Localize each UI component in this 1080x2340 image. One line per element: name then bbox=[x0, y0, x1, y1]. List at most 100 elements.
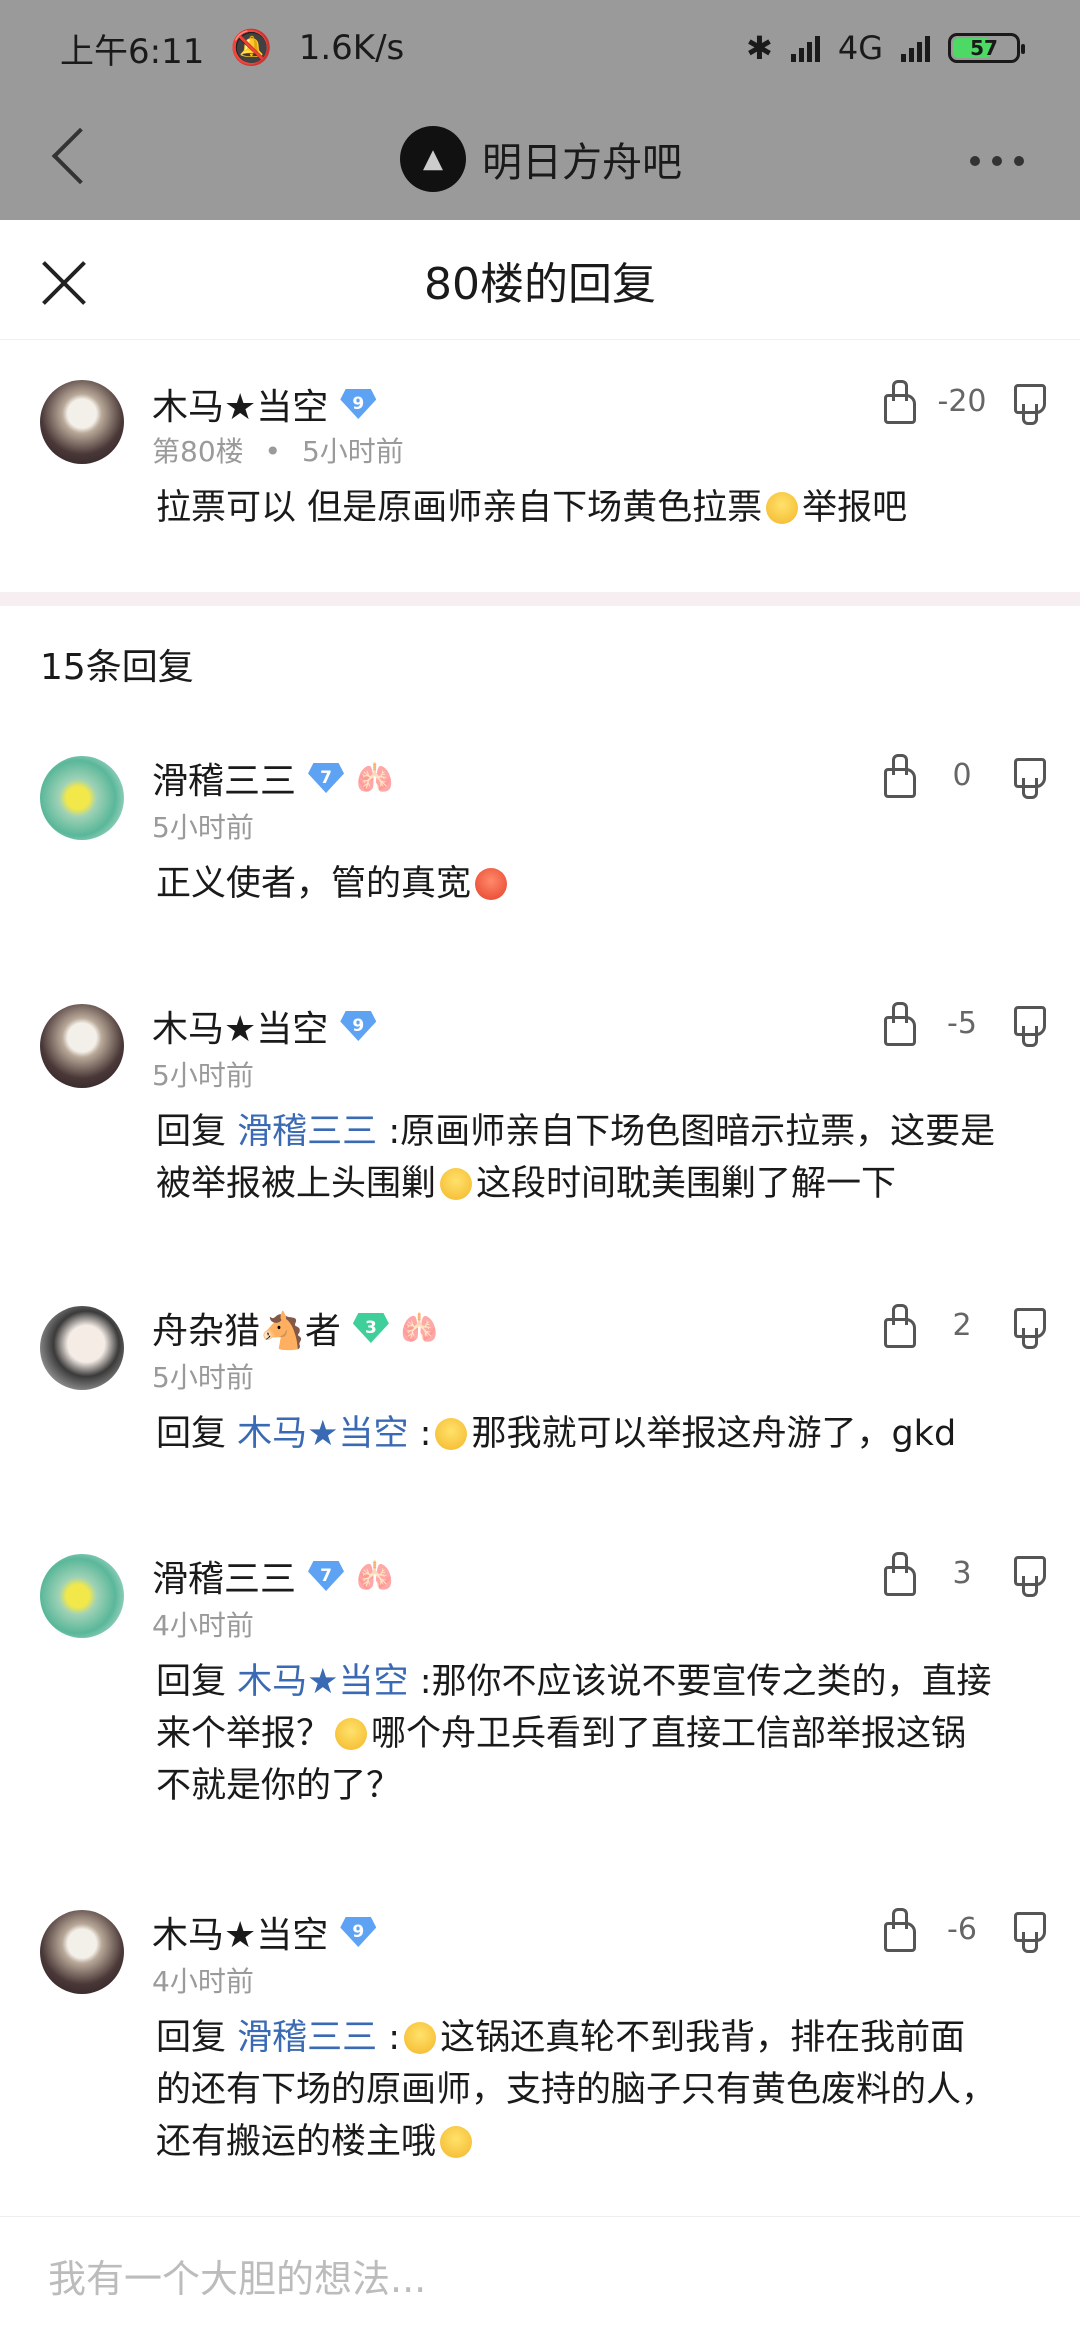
back-icon[interactable] bbox=[51, 127, 109, 185]
author-name[interactable]: 木马★当空 bbox=[152, 378, 328, 430]
bluetooth-icon: ✱ bbox=[746, 29, 773, 67]
thumbs-down-icon[interactable] bbox=[1006, 1304, 1048, 1349]
thumbs-up-icon[interactable] bbox=[876, 1304, 918, 1348]
vote-controls: -5 bbox=[876, 1002, 1048, 1047]
reply-text-part: 这锅还真轮不到我背，排在我前面 bbox=[440, 2018, 966, 2058]
post-meta: 第80楼 • 5小时前 bbox=[152, 430, 404, 470]
emoji-icon bbox=[435, 1418, 468, 1450]
lungs-icon: 🫁 bbox=[356, 1558, 394, 1594]
forum-title[interactable]: 明日方舟吧 bbox=[482, 130, 682, 188]
vote-count: -6 bbox=[947, 1911, 977, 1947]
author-name-part: 者 bbox=[304, 1311, 341, 1352]
post-text: 拉票可以 但是原画师亲自下场黄色拉票 举报吧 bbox=[156, 482, 1036, 534]
reply-prefix: 回复 bbox=[156, 1112, 227, 1152]
floor-number: 第80楼 bbox=[152, 435, 244, 468]
section-divider bbox=[0, 592, 1080, 606]
reply-text-part: 来个举报？ bbox=[156, 1714, 332, 1754]
avatar[interactable] bbox=[40, 1554, 124, 1638]
level-badge: 9 bbox=[340, 1917, 377, 1947]
thumbs-up-icon[interactable] bbox=[876, 1552, 918, 1596]
emoji-icon bbox=[404, 2022, 437, 2054]
reply-prefix: 回复 bbox=[156, 2018, 227, 2058]
replies-count: 15条回复 bbox=[40, 647, 194, 688]
reply-text: 正义使者，管的真宽 bbox=[156, 858, 1036, 910]
avatar[interactable] bbox=[40, 380, 124, 464]
vote-count: -5 bbox=[947, 1005, 977, 1041]
mention-link[interactable]: 滑稽三三 bbox=[237, 2018, 377, 2058]
reply-text-part: :那你不应该说不要宣传之类的，直接 bbox=[419, 1662, 992, 1702]
signal-icon bbox=[790, 34, 820, 62]
horse-icon: 🐴 bbox=[260, 1311, 305, 1352]
author-name[interactable]: 木马★当空 bbox=[152, 1000, 328, 1052]
avatar[interactable] bbox=[40, 1910, 124, 1994]
more-icon[interactable] bbox=[970, 156, 1024, 166]
reply-input-bar bbox=[0, 2216, 1080, 2340]
status-bar: 上午6:11 🔕 1.6K/s ✱ 4G 57 bbox=[0, 0, 1080, 96]
reply-time: 5小时前 bbox=[152, 811, 254, 844]
vote-controls: 3 bbox=[876, 1552, 1048, 1597]
author-row: 舟杂猎🐴者 3 🫁 bbox=[152, 1302, 438, 1354]
reply-text-part: :原画师亲自下场色图暗示拉票，这要是 bbox=[388, 1112, 996, 1152]
reply-text-part: 还有搬运的楼主哦 bbox=[156, 2122, 437, 2162]
signal-icon-2 bbox=[901, 34, 930, 62]
vote-controls: 2 bbox=[876, 1304, 1048, 1349]
level-badge: 9 bbox=[340, 389, 377, 419]
reply-text: 回复 滑稽三三 : 这锅还真轮不到我背，排在我前面 的还有下场的原画师，支持的脑子… bbox=[156, 2018, 997, 2162]
reply-input[interactable] bbox=[48, 2256, 1028, 2301]
author-name[interactable]: 木马★当空 bbox=[152, 1906, 328, 1958]
avatar[interactable] bbox=[40, 1004, 124, 1088]
mention-link[interactable]: 木马★当空 bbox=[237, 1662, 408, 1702]
status-time: 上午6:11 bbox=[60, 31, 205, 72]
post-time: 5小时前 bbox=[301, 435, 404, 468]
mention-link[interactable]: 滑稽三三 bbox=[237, 1112, 377, 1152]
mention-link[interactable]: 木马★当空 bbox=[237, 1414, 408, 1454]
thumbs-up-icon[interactable] bbox=[876, 1908, 918, 1952]
mute-icon: 🔕 bbox=[230, 28, 273, 68]
reply-time: 4小时前 bbox=[152, 1965, 254, 1998]
reply-text-part: 被举报被上头围剿 bbox=[156, 1164, 437, 1204]
author-row: 木马★当空 9 bbox=[152, 1906, 377, 1958]
vote-count: 0 bbox=[952, 757, 972, 793]
thumbs-down-icon[interactable] bbox=[1006, 1908, 1048, 1953]
thumbs-up-icon[interactable] bbox=[876, 754, 918, 798]
author-row: 木马★当空 9 bbox=[152, 378, 377, 430]
avatar[interactable] bbox=[40, 1306, 124, 1390]
thumbs-up-icon[interactable] bbox=[876, 380, 918, 424]
forum-header: ▲ 明日方舟吧 bbox=[0, 96, 1080, 220]
dimmed-background: 上午6:11 🔕 1.6K/s ✱ 4G 57 ▲ 明日方舟吧 bbox=[0, 0, 1080, 220]
emoji-icon bbox=[335, 1718, 368, 1750]
forum-avatar[interactable]: ▲ bbox=[400, 126, 466, 192]
reply-text-part: 这段时间耽美围剿了解一下 bbox=[476, 1164, 897, 1204]
lungs-icon: 🫁 bbox=[356, 760, 394, 796]
battery-icon: 57 bbox=[948, 33, 1025, 63]
lungs-icon: 🫁 bbox=[400, 1310, 439, 1346]
close-icon[interactable] bbox=[40, 258, 88, 306]
author-row: 木马★当空 9 bbox=[152, 1000, 377, 1052]
battery-level: 57 bbox=[970, 36, 998, 60]
vote-controls: -6 bbox=[876, 1908, 1048, 1953]
avatar[interactable] bbox=[40, 756, 124, 840]
reply-text-part: 不就是你的了？ bbox=[156, 1766, 402, 1806]
thumbs-down-icon[interactable] bbox=[1006, 1002, 1048, 1047]
reply-text-part: 哪个舟卫兵看到了直接工信部举报这锅 bbox=[371, 1714, 967, 1754]
thumbs-down-icon[interactable] bbox=[1006, 754, 1048, 799]
level-badge: 9 bbox=[340, 1011, 377, 1041]
thumbs-down-icon[interactable] bbox=[1006, 1552, 1048, 1597]
emoji-icon bbox=[440, 1168, 473, 1200]
reply-time: 5小时前 bbox=[152, 1059, 254, 1092]
vote-controls: 0 bbox=[876, 754, 1048, 799]
level-badge: 3 bbox=[352, 1313, 389, 1343]
reply-prefix: 回复 bbox=[156, 1662, 227, 1702]
reply-text-part: 那我就可以举报这舟游了，gkd bbox=[471, 1414, 957, 1454]
author-name[interactable]: 滑稽三三 bbox=[152, 752, 296, 804]
emoji-icon bbox=[766, 492, 799, 524]
thumbs-up-icon[interactable] bbox=[876, 1002, 918, 1046]
reply-text-part: 的还有下场的原画师，支持的脑子只有黄色废料的人， bbox=[156, 2070, 997, 2110]
author-name[interactable]: 舟杂猎🐴者 bbox=[152, 1302, 341, 1354]
author-row: 滑稽三三 7 🫁 bbox=[152, 752, 393, 804]
panel-header: 80楼的回复 bbox=[0, 220, 1080, 340]
reply-prefix: 回复 bbox=[156, 1414, 227, 1454]
reply-text: 回复 木马★当空 :那你不应该说不要宣传之类的，直接 来个举报？ 哪个舟卫兵看到了… bbox=[156, 1656, 1036, 1812]
thumbs-down-icon[interactable] bbox=[1006, 380, 1048, 425]
author-name[interactable]: 滑稽三三 bbox=[152, 1550, 296, 1602]
